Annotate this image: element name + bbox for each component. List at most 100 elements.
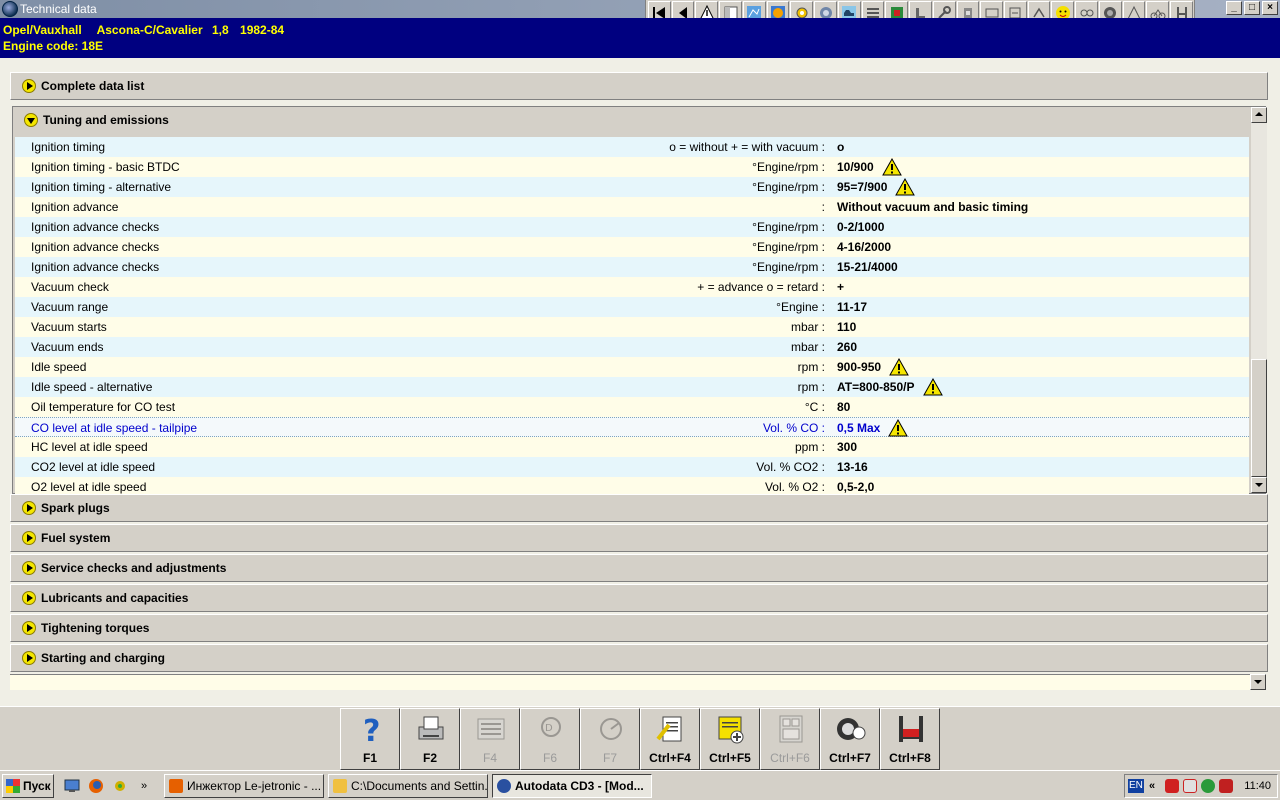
arrow-right-icon [22,621,36,635]
taskbar-item-explorer[interactable]: C:\Documents and Settin... [328,774,488,798]
svg-text:D: D [545,723,553,734]
row-value: 300 [837,440,858,454]
show-desktop-icon[interactable] [62,776,82,796]
arrow-right-icon [22,651,36,665]
table-row[interactable]: Vacuum starts mbar : 110 [15,317,1249,337]
vehicle-years: 1982-84 [240,23,285,37]
section-service-checks[interactable]: Service checks and adjustments [10,554,1268,582]
table-row[interactable]: Ignition timing - alternative °Engine/rpm… [15,177,1249,197]
arrow-right-icon [22,531,36,545]
f6-button[interactable]: D F6 [520,708,580,770]
minimize-button[interactable]: _ [1226,1,1242,15]
section-spark-plugs[interactable]: Spark plugs [10,494,1268,522]
svg-text:?: ? [363,714,380,745]
warning-icon[interactable] [922,377,943,396]
maximize-button[interactable]: □ [1244,1,1260,15]
row-value: + [837,280,845,294]
section-lubricants[interactable]: Lubricants and capacities [10,584,1268,612]
section-label: Fuel system [41,531,111,545]
tyre-gauge-icon [837,718,866,740]
table-row[interactable]: Vacuum check + = advance o = retard : + [15,277,1249,297]
row-value: 80 [837,400,851,414]
help-button[interactable]: ? F1 [340,708,400,770]
table-row[interactable]: CO2 level at idle speed Vol. % CO2 : 13-16 [15,457,1249,477]
close-button[interactable]: × [1262,1,1278,15]
row-unit: °Engine/rpm : [752,240,825,254]
network-icon[interactable] [1183,779,1197,793]
table-row[interactable]: CO level at idle speed - tailpipe Vol. % … [15,417,1249,437]
print-button[interactable]: F2 [400,708,460,770]
arrow-right-icon [22,501,36,515]
f7-button[interactable]: F7 [580,708,640,770]
table-row[interactable]: Idle speed - alternative rpm : AT=800-850/… [15,377,1249,397]
ctrl-f6-button[interactable]: Ctrl+F6 [760,708,820,770]
section-label: Spark plugs [41,501,110,515]
app-launcher-icon[interactable] [110,776,130,796]
f4-button[interactable]: F4 [460,708,520,770]
table-row[interactable]: Idle speed rpm : 900-950 [15,357,1249,377]
row-unit: Vol. % CO : [762,421,825,435]
row-value: 95=7/900 [837,180,888,194]
update-icon[interactable] [1201,779,1215,793]
table-row[interactable]: Ignition advance: Without vacuum and basi… [15,197,1249,217]
section-tuning-and-emissions[interactable]: Tuning and emissions [13,107,1251,135]
start-button[interactable]: Пуск [2,774,54,798]
language-indicator[interactable]: EN [1128,779,1144,793]
fkey-label: Ctrl+F7 [829,751,871,765]
table-row[interactable]: Oil temperature for CO test °C : 80 [15,397,1249,417]
table-row[interactable]: HC level at idle speed ppm : 300 [15,437,1249,457]
table-row[interactable]: Ignition advance checks °Engine/rpm : 4-16… [15,237,1249,257]
antivirus-icon[interactable] [1165,779,1179,793]
section-label: Starting and charging [41,651,166,665]
taskbar-item-autodata[interactable]: Autodata CD3 - [Mod... [492,774,652,798]
row-unit: °Engine/rpm : [752,260,825,274]
row-unit: °Engine/rpm : [752,160,825,174]
row-label: Idle speed [31,360,87,374]
main-scrollbar[interactable] [1250,106,1268,690]
table-row[interactable]: Ignition advance checks °Engine/rpm : 15-2… [15,257,1249,277]
clock: 11:40 [1244,780,1271,792]
table-row[interactable]: Ignition advance checks °Engine/rpm : 0-2/… [15,217,1249,237]
table-row[interactable]: Ignition timing o = without + = with vacu… [15,137,1249,157]
row-unit: °Engine/rpm : [752,220,825,234]
task-label: Autodata CD3 - [Mod... [515,779,644,793]
row-unit: ppm : [794,440,825,454]
ctrl-f5-button[interactable]: Ctrl+F5 [700,708,760,770]
firefox-icon[interactable] [86,776,106,796]
arrow-right-icon [22,79,36,93]
help-icon: ? [363,714,380,745]
quick-launch-more[interactable]: » [134,776,154,796]
tuning-panel: Tuning and emissions Ignition timing o = … [12,106,1267,497]
warning-icon[interactable] [889,357,909,376]
section-starting-charging[interactable]: Starting and charging [10,644,1268,672]
table-row[interactable]: Vacuum ends mbar : 260 [15,337,1249,357]
firefox-icon [169,779,183,793]
section-complete-data-list[interactable]: Complete data list [10,72,1268,100]
messenger-icon[interactable] [1219,779,1233,793]
row-label: Ignition advance checks [31,260,160,274]
calculator-icon [779,715,803,743]
row-unit: o = without + = with vacuum : [669,140,825,154]
warning-icon[interactable] [888,418,909,437]
table-row[interactable]: Vacuum range °Engine : 11-17 [15,297,1249,317]
row-label: Idle speed - alternative [31,380,153,394]
fkey-label: Ctrl+F6 [770,751,810,765]
ctrl-f8-button[interactable]: Ctrl+F8 [880,708,940,770]
folder-icon [333,779,347,793]
start-label: Пуск [23,779,51,793]
row-value: 260 [837,340,858,354]
taskbar-item-firefox[interactable]: Инжектор Le-jetronic - ... [164,774,324,798]
ctrl-f4-button[interactable]: Ctrl+F4 [640,708,700,770]
tray-expand-button[interactable]: « [1149,775,1155,797]
section-label: Service checks and adjustments [41,561,227,575]
warning-icon[interactable] [895,177,916,196]
list-footer [10,674,1250,690]
section-fuel-system[interactable]: Fuel system [10,524,1268,552]
main-scroll-down-button[interactable] [1250,674,1266,690]
ctrl-f7-button[interactable]: Ctrl+F7 [820,708,880,770]
warning-icon[interactable] [881,157,902,176]
section-tightening-torques[interactable]: Tightening torques [10,614,1268,642]
section-label: Tuning and emissions [43,113,169,127]
table-row[interactable]: Ignition timing - basic BTDC °Engine/rpm … [15,157,1249,177]
row-unit: mbar : [790,340,825,354]
